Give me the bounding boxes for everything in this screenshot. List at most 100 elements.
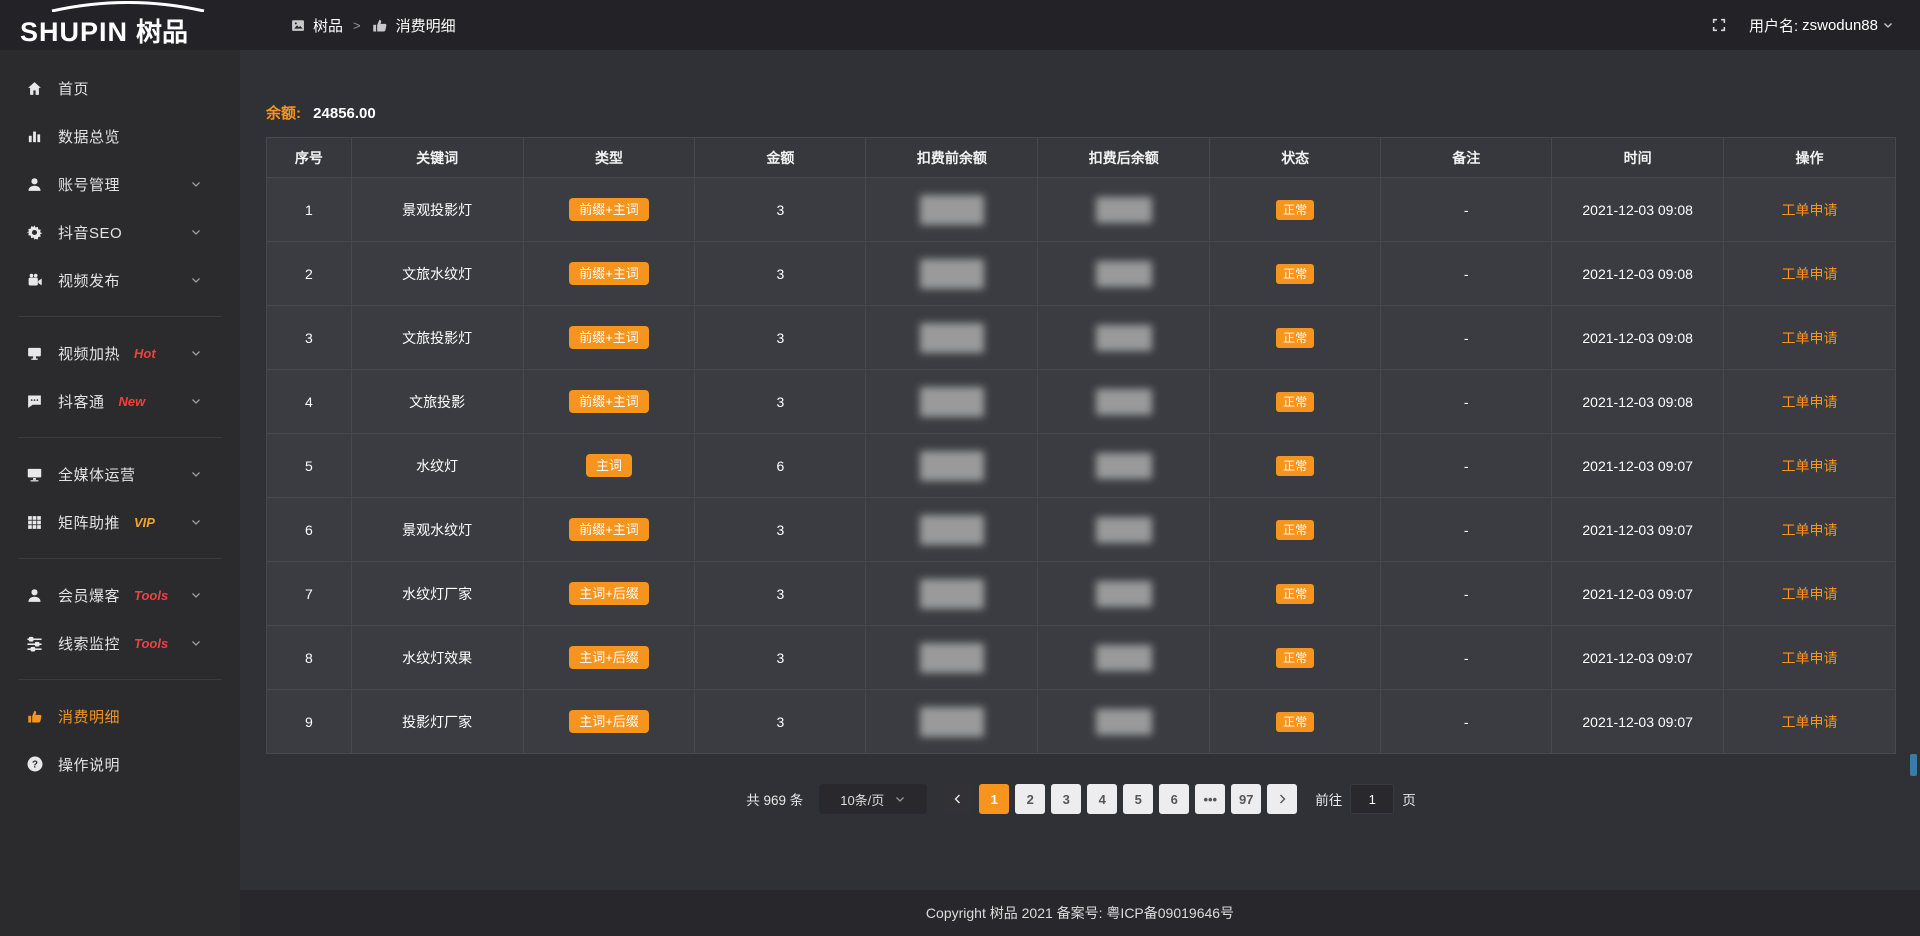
work-order-link[interactable]: 工单申请 bbox=[1782, 714, 1838, 730]
sidebar-item-消费明细[interactable]: 消费明细 bbox=[0, 692, 240, 740]
user-icon bbox=[26, 175, 44, 193]
prev-page-button[interactable] bbox=[943, 784, 973, 814]
sidebar-item-label: 消费明细 bbox=[58, 706, 120, 727]
sidebar-item-数据总览[interactable]: 数据总览 bbox=[0, 112, 240, 160]
cell-keyword: 文旅投影 bbox=[351, 370, 523, 434]
cell-amount: 6 bbox=[695, 434, 866, 498]
page-button-2[interactable]: 2 bbox=[1015, 784, 1045, 814]
cell-remark: - bbox=[1381, 562, 1552, 626]
page-size-select[interactable]: 10条/页 bbox=[819, 784, 927, 814]
sidebar-item-视频加热[interactable]: 视频加热Hot bbox=[0, 329, 240, 377]
page-button-97[interactable]: 97 bbox=[1231, 784, 1261, 814]
sidebar-item-线索监控[interactable]: 线索监控Tools bbox=[0, 619, 240, 667]
page-button-4[interactable]: 4 bbox=[1087, 784, 1117, 814]
sidebar-item-操作说明[interactable]: ?操作说明 bbox=[0, 740, 240, 788]
page-button-1[interactable]: 1 bbox=[979, 784, 1009, 814]
breadcrumb-item[interactable]: 树品 bbox=[290, 15, 343, 36]
cell-type: 前缀+主词 bbox=[523, 178, 695, 242]
cell-action: 工单申请 bbox=[1724, 178, 1896, 242]
sidebar-item-抖客通[interactable]: 抖客通New bbox=[0, 377, 240, 425]
work-order-link[interactable]: 工单申请 bbox=[1782, 330, 1838, 346]
cell-status: 正常 bbox=[1210, 370, 1381, 434]
cell-balance-after bbox=[1038, 498, 1210, 562]
cell-index: 2 bbox=[267, 242, 352, 306]
cell-amount: 3 bbox=[695, 562, 866, 626]
page-button-5[interactable]: 5 bbox=[1123, 784, 1153, 814]
sidebar-item-抖音SEO[interactable]: 抖音SEO bbox=[0, 208, 240, 256]
column-header-时间: 时间 bbox=[1552, 138, 1724, 178]
image-icon bbox=[290, 18, 306, 33]
page-button-6[interactable]: 6 bbox=[1159, 784, 1189, 814]
cell-balance-before bbox=[866, 242, 1038, 306]
sidebar-item-会员爆客[interactable]: 会员爆客Tools bbox=[0, 571, 240, 619]
masked-value bbox=[920, 259, 984, 289]
fullscreen-icon[interactable] bbox=[1711, 17, 1727, 33]
home-icon bbox=[26, 79, 44, 97]
page-button-3[interactable]: 3 bbox=[1051, 784, 1081, 814]
status-badge: 正常 bbox=[1276, 200, 1314, 220]
cell-status: 正常 bbox=[1210, 498, 1381, 562]
work-order-link[interactable]: 工单申请 bbox=[1782, 522, 1838, 538]
status-badge: 正常 bbox=[1276, 456, 1314, 476]
masked-value bbox=[1096, 453, 1152, 479]
cell-action: 工单申请 bbox=[1724, 306, 1896, 370]
next-page-button[interactable] bbox=[1267, 784, 1297, 814]
chevron-down-icon bbox=[190, 344, 208, 362]
sidebar-item-全媒体运营[interactable]: 全媒体运营 bbox=[0, 450, 240, 498]
cell-type: 主词+后缀 bbox=[523, 690, 695, 754]
masked-value bbox=[920, 195, 984, 225]
svg-text:?: ? bbox=[32, 759, 38, 770]
cell-keyword: 景观水纹灯 bbox=[351, 498, 523, 562]
cell-keyword: 投影灯厂家 bbox=[351, 690, 523, 754]
breadcrumb-item[interactable]: 消费明细 bbox=[371, 15, 456, 36]
chevron-down-icon bbox=[1882, 19, 1894, 31]
monitor-icon bbox=[26, 465, 44, 483]
column-header-扣费前余额: 扣费前余额 bbox=[866, 138, 1038, 178]
status-badge: 正常 bbox=[1276, 264, 1314, 284]
cell-balance-before bbox=[866, 690, 1038, 754]
work-order-link[interactable]: 工单申请 bbox=[1782, 394, 1838, 410]
work-order-link[interactable]: 工单申请 bbox=[1782, 266, 1838, 282]
sidebar-item-label: 线索监控 bbox=[58, 633, 120, 654]
sidebar-item-label: 视频发布 bbox=[58, 270, 120, 291]
table-row: 3文旅投影灯前缀+主词3正常-2021-12-03 09:08工单申请 bbox=[267, 306, 1896, 370]
cell-amount: 3 bbox=[695, 498, 866, 562]
gear-icon bbox=[26, 223, 44, 241]
cell-index: 7 bbox=[267, 562, 352, 626]
type-badge: 主词 bbox=[586, 454, 632, 477]
chevron-down-icon bbox=[190, 513, 208, 531]
cell-time: 2021-12-03 09:07 bbox=[1552, 434, 1724, 498]
goto-page: 前往 页 bbox=[1315, 784, 1416, 814]
table-row: 8水纹灯效果主词+后缀3正常-2021-12-03 09:07工单申请 bbox=[267, 626, 1896, 690]
more-pages-button[interactable]: ••• bbox=[1195, 784, 1225, 814]
table-row: 9投影灯厂家主词+后缀3正常-2021-12-03 09:07工单申请 bbox=[267, 690, 1896, 754]
masked-value bbox=[920, 515, 984, 545]
sidebar-item-首页[interactable]: 首页 bbox=[0, 64, 240, 112]
work-order-link[interactable]: 工单申请 bbox=[1782, 650, 1838, 666]
balance-label: 余额: bbox=[266, 105, 301, 122]
cell-remark: - bbox=[1381, 626, 1552, 690]
sidebar-item-矩阵助推[interactable]: 矩阵助推VIP bbox=[0, 498, 240, 546]
masked-value bbox=[920, 707, 984, 737]
scrollbar-thumb[interactable] bbox=[1910, 754, 1917, 776]
app-window: SHUPIN 树品 树品>消费明细 用户名: zswodun88 首页数据总览账… bbox=[0, 0, 1920, 936]
user-menu[interactable]: 用户名: zswodun88 bbox=[1749, 15, 1894, 36]
sidebar-item-账号管理[interactable]: 账号管理 bbox=[0, 160, 240, 208]
pagination: 共 969 条 10条/页 123456•••97 前往 页 bbox=[266, 784, 1896, 814]
cell-time: 2021-12-03 09:07 bbox=[1552, 690, 1724, 754]
work-order-link[interactable]: 工单申请 bbox=[1782, 458, 1838, 474]
work-order-link[interactable]: 工单申请 bbox=[1782, 202, 1838, 218]
grid-icon bbox=[26, 513, 44, 531]
cell-balance-after bbox=[1038, 690, 1210, 754]
cell-amount: 3 bbox=[695, 626, 866, 690]
column-header-金额: 金额 bbox=[695, 138, 866, 178]
type-badge: 主词+后缀 bbox=[569, 582, 649, 605]
cell-amount: 3 bbox=[695, 242, 866, 306]
type-badge: 前缀+主词 bbox=[569, 390, 649, 413]
cell-action: 工单申请 bbox=[1724, 498, 1896, 562]
username-label: 用户名: bbox=[1749, 15, 1798, 36]
work-order-link[interactable]: 工单申请 bbox=[1782, 586, 1838, 602]
status-badge: 正常 bbox=[1276, 584, 1314, 604]
sidebar-item-视频发布[interactable]: 视频发布 bbox=[0, 256, 240, 304]
goto-page-input[interactable] bbox=[1350, 784, 1394, 814]
